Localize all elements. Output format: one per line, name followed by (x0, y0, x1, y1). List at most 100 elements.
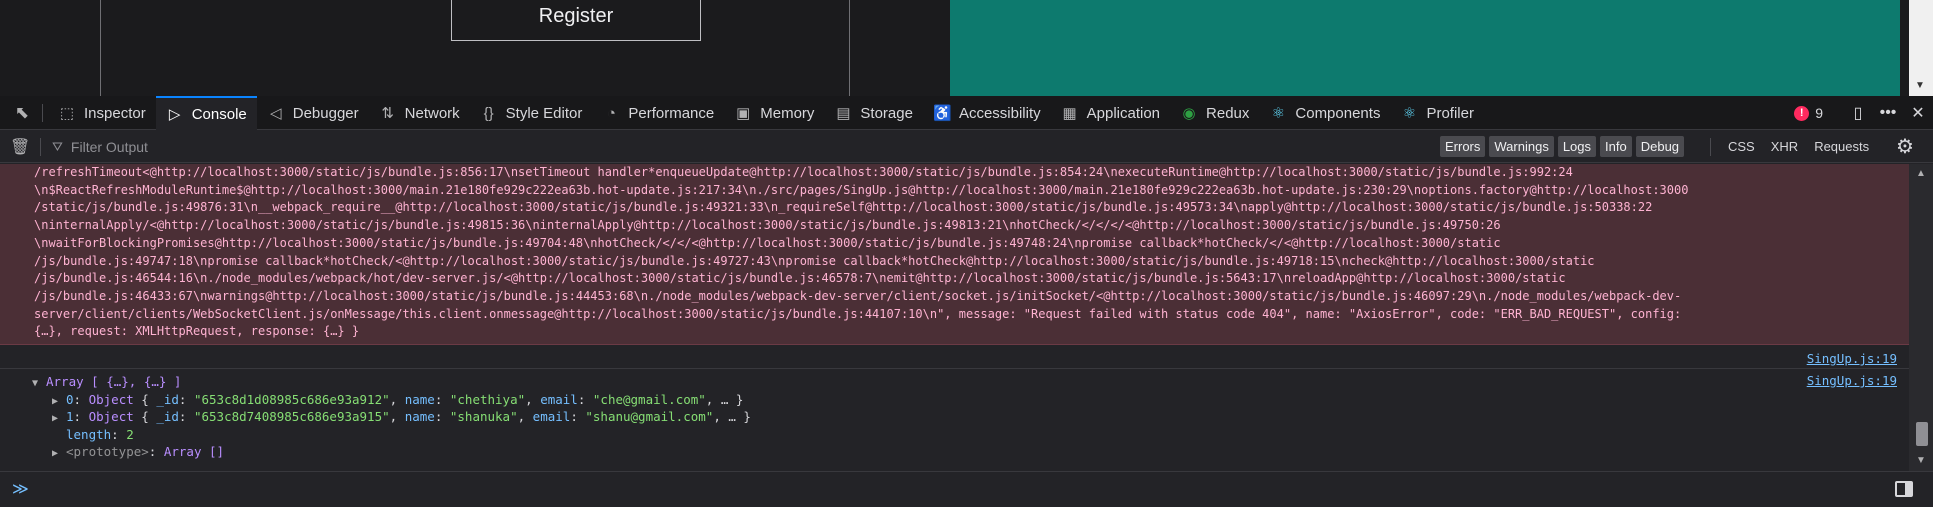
category-toggles: CSS XHR Requests (1722, 136, 1879, 157)
tab-console[interactable]: ▷ Console (155, 96, 257, 130)
element-picker-icon[interactable]: ⬉ (8, 102, 36, 124)
tab-profiler[interactable]: ⚛ Profiler (1390, 96, 1484, 130)
toolbar-divider (42, 104, 43, 122)
devtools-tabs: ⬚ Inspector ▷ Console ◁ Debugger ⇅ Network {} Sty… (48, 96, 1484, 130)
level-debug[interactable]: Debug (1635, 136, 1685, 157)
debugger-icon: ◁ (269, 105, 282, 122)
expand-arrow-icon[interactable]: ▼ (32, 375, 46, 393)
scroll-down-icon[interactable]: ▼ (1916, 455, 1926, 466)
more-options-icon[interactable]: ••• (1873, 104, 1903, 122)
error-stack-line: /js/bundle.js:49747:18\npromise callback… (34, 253, 1595, 268)
source-link[interactable]: SingUp.js:19 (1807, 373, 1897, 388)
tab-style-editor[interactable]: {} Style Editor (470, 96, 593, 130)
register-button[interactable]: Register (451, 0, 701, 41)
dock-side-icon[interactable]: ▯ (1843, 103, 1873, 123)
toolbar-right-controls: ! 9 ▯ ••• ✕ (1794, 96, 1933, 130)
level-warnings[interactable]: Warnings (1489, 136, 1554, 157)
style-editor-icon: {} (483, 104, 494, 122)
tab-debugger[interactable]: ◁ Debugger (257, 96, 369, 130)
network-icon: ⇅ (381, 105, 394, 122)
error-stack-line: server/client/clients/WebSocketClient.js… (34, 306, 1682, 321)
performance-icon: ◔ (606, 104, 616, 122)
level-errors[interactable]: Errors (1440, 136, 1486, 157)
accessibility-icon: ♿ (932, 105, 952, 122)
level-logs[interactable]: Logs (1557, 136, 1597, 157)
page-scrollbar[interactable]: ▼ (1909, 0, 1933, 96)
console-prompt-icon: ≫ (12, 479, 29, 498)
log-level-toggles: Errors Warnings Logs Info Debug (1440, 136, 1688, 157)
application-icon: ▦ (1062, 105, 1077, 122)
filter-icon: ⛛ (52, 139, 63, 154)
tab-label: Debugger (292, 104, 359, 122)
tab-redux[interactable]: ◉ Redux (1170, 96, 1259, 130)
storage-icon: ▤ (836, 105, 851, 122)
toggle-editor-icon[interactable] (1895, 481, 1913, 497)
error-stack-line: \ninternalApply/<@http://localhost:3000/… (34, 218, 1501, 233)
devtools-tabbar: ⬉ ⬚ Inspector ▷ Console ◁ Debugger ⇅ Network {} S… (0, 96, 1933, 130)
collapse-arrow-icon[interactable]: ▶ (52, 445, 66, 463)
error-count-badge[interactable]: ! 9 (1794, 105, 1823, 121)
tab-application[interactable]: ▦ Application (1051, 96, 1170, 130)
tab-label: Storage (860, 104, 913, 122)
error-stack-line: /static/js/bundle.js:49876:31\n__webpack… (34, 200, 1653, 215)
error-message: /refreshTimeout<@http://localhost:3000/s… (0, 164, 1909, 345)
close-devtools-icon[interactable]: ✕ (1903, 103, 1933, 123)
console-settings-gear-icon[interactable]: ⚙ (1893, 135, 1917, 159)
tab-label: Application (1086, 104, 1161, 122)
console-scrollbar[interactable]: ▲ ▼ (1909, 164, 1933, 471)
scroll-down-icon[interactable]: ▼ (1915, 80, 1925, 91)
source-link[interactable]: SingUp.js:19 (1807, 351, 1897, 366)
scroll-up-icon[interactable]: ▲ (1916, 168, 1926, 179)
tab-label: Performance (628, 104, 715, 122)
tab-memory[interactable]: ▣ Memory (724, 96, 824, 130)
redux-icon: ◉ (1182, 105, 1196, 122)
console-icon: ▷ (168, 106, 181, 123)
error-stack-line: {…}, request: XMLHttpRequest, response: … (34, 324, 360, 339)
category-requests[interactable]: Requests (1808, 136, 1875, 157)
tab-label: Inspector (84, 104, 146, 122)
devtools-panel: ⬉ ⬚ Inspector ▷ Console ◁ Debugger ⇅ Network {} S… (0, 96, 1933, 507)
tab-inspector[interactable]: ⬚ Inspector (48, 96, 156, 130)
tab-label: Style Editor (505, 104, 583, 122)
react-profiler-icon: ⚛ (1402, 105, 1417, 122)
tab-components[interactable]: ⚛ Components (1259, 96, 1390, 130)
tab-storage[interactable]: ▤ Storage (824, 96, 923, 130)
error-stack-line: /js/bundle.js:46433:67\nwarnings@http://… (34, 288, 1682, 303)
tab-label: Accessibility (958, 104, 1041, 122)
filter-divider (40, 138, 41, 156)
array-prototype[interactable]: ▶ <prototype>: Array [] (52, 443, 224, 463)
tab-performance[interactable]: ◔ Performance (592, 96, 724, 130)
console-row-array: SingUp.js:19 ▼ Array [ {…}, {…} ] ▶ 0: Obj… (0, 369, 1909, 471)
array-length: length: 2 (66, 426, 134, 442)
filter-input[interactable] (70, 139, 671, 155)
scroll-thumb[interactable] (1916, 422, 1928, 446)
error-stack-line: /js/bundle.js:46544:16\n./node_modules/w… (34, 271, 1566, 286)
console-input-row[interactable]: ≫ (0, 471, 1933, 507)
react-components-icon: ⚛ (1271, 105, 1286, 122)
inspector-icon: ⬚ (59, 105, 75, 122)
category-xhr[interactable]: XHR (1765, 136, 1804, 157)
error-stack-text: /refreshTimeout<@http://localhost:3000/s… (34, 164, 1902, 341)
error-stack-line: \nwaitForBlockingPromises@http://localho… (34, 235, 1501, 250)
collapse-arrow-icon[interactable]: ▶ (52, 410, 66, 428)
filter-field[interactable]: ⛛ (52, 136, 1432, 158)
page-viewport: Register ▼ (0, 0, 1933, 96)
error-count: 9 (1815, 105, 1823, 121)
filter-divider-2 (1710, 138, 1711, 156)
tab-label: Network (404, 104, 460, 122)
error-stack-line: /refreshTimeout<@http://localhost:3000/s… (34, 165, 1573, 179)
tab-label: Memory (760, 104, 815, 122)
tab-network[interactable]: ⇅ Network (369, 96, 470, 130)
form-panel: Register (100, 0, 850, 96)
level-info[interactable]: Info (1600, 136, 1632, 157)
tab-accessibility[interactable]: ♿ Accessibility (923, 96, 1051, 130)
tab-label: Components (1295, 104, 1381, 122)
clear-console-icon[interactable]: 🗑 (10, 137, 30, 157)
console-output: /refreshTimeout<@http://localhost:3000/s… (0, 164, 1909, 471)
teal-side-panel (950, 0, 1900, 96)
tab-label: Profiler (1426, 104, 1474, 122)
memory-icon: ▣ (736, 105, 751, 122)
category-css[interactable]: CSS (1722, 136, 1761, 157)
error-stack-line: \n$ReactRefreshModuleRuntime$@http://loc… (34, 182, 1689, 197)
array-item[interactable]: ▶ 1: Object { _id: "653c8d7408985c686e93a… (52, 408, 751, 428)
